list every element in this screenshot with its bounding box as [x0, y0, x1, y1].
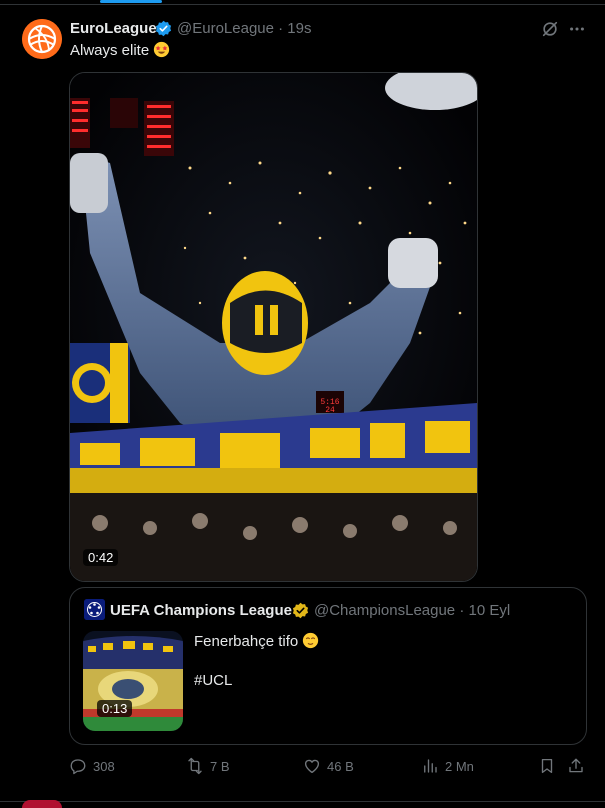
quoted-video-duration: 0:13 [97, 700, 133, 717]
share-icon [569, 758, 583, 773]
quoted-hashtag[interactable]: #UCL [194, 672, 232, 689]
reply-count: 308 [93, 758, 115, 774]
tweet-text-content: Always elite [70, 42, 150, 59]
reply-icon [70, 759, 86, 775]
repost-count: 7 B [210, 758, 230, 774]
verified-badge-icon [155, 20, 172, 37]
tweet-actions: 308 7 B 46 B 2 Mn [69, 757, 589, 777]
grok-icon[interactable] [541, 20, 559, 38]
quoted-author-handle-and-time[interactable]: @ChampionsLeague · 10 Eyl [314, 602, 510, 619]
reply-button[interactable]: 308 [69, 757, 115, 775]
euroleague-logo-icon [22, 19, 62, 59]
views-button[interactable]: 2 Mn [421, 757, 474, 775]
next-tweet-avatar[interactable] [22, 800, 62, 808]
star-struck-emoji-icon [154, 41, 170, 58]
gold-verified-badge-icon [292, 602, 309, 619]
view-count: 2 Mn [445, 758, 474, 774]
author-avatar[interactable] [22, 19, 62, 59]
heart-icon [304, 759, 320, 774]
champions-league-logo-icon [84, 599, 105, 620]
quoted-author-name[interactable]: UEFA Champions League [110, 602, 292, 619]
quoted-author-avatar[interactable] [84, 599, 105, 620]
bookmark-icon [541, 758, 553, 774]
like-count: 46 B [327, 758, 354, 774]
video-frame-image: 5:16 24 [70, 73, 477, 581]
video-duration: 0:42 [83, 549, 119, 566]
repost-button[interactable]: 7 B [186, 757, 230, 775]
more-options-icon[interactable] [568, 20, 586, 38]
share-button[interactable] [567, 757, 585, 775]
tweet-text: Always elite [70, 41, 170, 59]
tweet-video[interactable]: 5:16 24 [69, 72, 478, 582]
bookmark-button[interactable] [538, 757, 556, 775]
author-handle-and-time[interactable]: @EuroLeague · 19s [177, 20, 311, 37]
analytics-icon [424, 759, 437, 773]
relieved-face-emoji-icon [303, 632, 319, 649]
repost-icon [188, 757, 202, 775]
author-name[interactable]: EuroLeague [70, 20, 157, 37]
like-button[interactable]: 46 B [303, 757, 354, 775]
active-tab-indicator [100, 0, 162, 3]
quoted-text-content: Fenerbahçe tifo [194, 633, 299, 650]
quoted-text-line-1: Fenerbahçe tifo [194, 632, 319, 650]
